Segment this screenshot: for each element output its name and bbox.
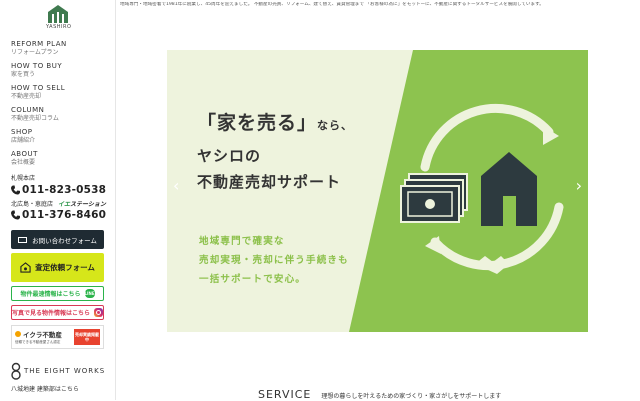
ie-station-logo: イエステーション — [58, 199, 106, 208]
tel-number: 011-823-0538 — [22, 184, 107, 196]
slider-next-arrow-icon[interactable]: › — [576, 178, 582, 194]
ikura-banner[interactable]: イクラ不動産 信頼できる不動産屋さん認定 売却実績掲載中 — [11, 325, 104, 349]
ikura-sub: 信頼できる不動産屋さん認定 — [15, 340, 61, 344]
nav-jp-label: 家を買う — [11, 71, 36, 78]
eight-works-name: THE EIGHT WORKS — [24, 367, 106, 375]
hero-slider[interactable]: 「家を売る」なら、 ヤシロの 不動産売却サポート 地域専門で確実な 売却実現・売… — [167, 50, 588, 332]
eight-works-sub: 八城地建 建築部はこちら — [11, 386, 79, 393]
ikura-title-text: イクラ不動産 — [23, 331, 62, 339]
line-icon: LINE — [84, 289, 95, 298]
nav-item-column[interactable]: COLUMN 不動産売却コラム — [11, 106, 111, 128]
banknote-icon — [400, 173, 468, 223]
nav-en-label: HOW TO BUY — [11, 62, 63, 70]
hero-copy-1: 地域専門で確実な — [199, 236, 285, 247]
nav-jp-label: 店舗紹介 — [11, 137, 36, 144]
eight-works-row: THE EIGHT WORKS — [11, 362, 111, 380]
tel-main[interactable]: 011-823-0538 — [11, 183, 111, 197]
nav-item-shop[interactable]: SHOP 店舗紹介 — [11, 128, 111, 150]
handshake-icon — [475, 256, 509, 274]
hero-copy-2: 売却実現・売却に伴う手続きも — [199, 255, 349, 266]
nav-jp-label: 不動産売却コラム — [11, 115, 59, 122]
nav-item-sell[interactable]: HOW TO SELL 不動産売却 — [11, 84, 111, 106]
shop-name-second-row: 北広島・恵庭店 イエステーション — [11, 198, 111, 208]
hero-copy-3: 一括サポートで安心。 — [199, 274, 307, 285]
eight-works-link[interactable]: THE EIGHT WORKS 八城地建 建築部はこちら — [11, 362, 111, 393]
tel-second[interactable]: 011-376-8460 — [11, 208, 111, 222]
ikura-title: イクラ不動産 — [15, 329, 74, 339]
line-info-button[interactable]: 物件最速情報はこちら LINE — [11, 286, 104, 301]
sidebar: YASHIRO REFORM PLAN リフォームプラン HOW TO BUY … — [0, 0, 116, 400]
hero-headline-main: 「家を売る」 — [197, 112, 318, 134]
nav-jp-label: リフォームプラン — [11, 49, 59, 56]
yashiro-logo-icon — [48, 5, 68, 23]
nav-item-reform[interactable]: REFORM PLAN リフォームプラン — [11, 40, 111, 62]
service-subtitle: 理想の暮らしを叶えるための家づくり・家さがしをサポートします — [321, 393, 502, 400]
slider-prev-arrow-icon[interactable]: ‹ — [173, 178, 179, 194]
assessment-form-label: 査定依頼フォーム — [35, 263, 95, 272]
ie-station-logo-a: イエ — [58, 200, 70, 208]
mail-icon — [18, 236, 28, 243]
nav-en-label: COLUMN — [11, 106, 45, 114]
contact-form-label: お問い合わせフォーム — [32, 236, 97, 245]
nav-en-label: REFORM PLAN — [11, 40, 67, 48]
instagram-info-label: 写真で見る物件情報はこちら — [12, 310, 91, 317]
hero-headline: 「家を売る」なら、 — [197, 108, 353, 135]
instagram-icon — [94, 308, 103, 317]
logo-text: YASHIRO — [46, 24, 72, 30]
phone-icon — [11, 185, 20, 195]
hero-subheadline: ヤシロの — [197, 147, 262, 165]
nav-jp-label: 不動産売却 — [11, 93, 42, 100]
ikura-logo-icon — [15, 331, 21, 337]
tel-number: 011-376-8460 — [22, 209, 107, 221]
shop-contacts: 札幌本店 011-823-0538 北広島・恵庭店 イエステーション 011-3… — [11, 175, 111, 222]
main-nav: REFORM PLAN リフォームプラン HOW TO BUY 家を買う HOW… — [11, 40, 111, 172]
nav-en-label: ABOUT — [11, 150, 38, 158]
nav-en-label: HOW TO SELL — [11, 84, 66, 92]
service-title: SERVICE — [258, 388, 312, 401]
ie-station-logo-b: ステーション — [69, 200, 106, 208]
ikura-badge: 売却実績掲載中 — [74, 329, 100, 345]
hero-headline-suffix: なら、 — [317, 119, 354, 132]
contact-form-button[interactable]: お問い合わせフォーム — [11, 230, 104, 249]
service-heading: SERVICE 理想の暮らしを叶えるための家づくり・家さがしをサポートします — [258, 388, 501, 401]
shop-name-second: 北広島・恵庭店 — [11, 200, 54, 208]
house-assess-icon — [20, 262, 31, 273]
ikura-banner-left: イクラ不動産 信頼できる不動産屋さん認定 — [15, 329, 74, 345]
nav-en-label: SHOP — [11, 128, 33, 136]
eight-works-logo-icon — [11, 362, 21, 380]
brand-logo[interactable]: YASHIRO — [46, 5, 72, 30]
instagram-info-button[interactable]: 写真で見る物件情報はこちら — [11, 305, 104, 320]
assessment-form-button[interactable]: 査定依頼フォーム — [11, 253, 104, 282]
phone-icon — [11, 210, 20, 220]
intro-text: 地域専門・地域密着で1981年に創業し、45周年を迎えました。 不動産の売買、リ… — [120, 2, 544, 7]
line-info-label: 物件最速情報はこちら — [20, 291, 81, 298]
nav-jp-label: 会社概要 — [11, 159, 36, 166]
shop-name-main: 札幌本店 — [11, 175, 36, 182]
hero-service-name: 不動産売却サポート — [197, 173, 342, 191]
nav-item-buy[interactable]: HOW TO BUY 家を買う — [11, 62, 111, 84]
nav-item-about[interactable]: ABOUT 会社概要 — [11, 150, 111, 172]
house-icon — [481, 152, 537, 226]
